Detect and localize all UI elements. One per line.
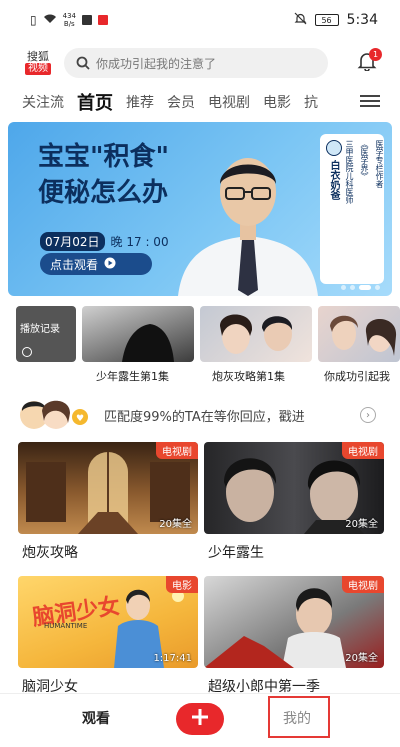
network-speed: 434 B/s: [62, 12, 76, 28]
match-promo[interactable]: ♥ 匹配度99%的TA在等你回应，戳进 ›: [18, 398, 380, 432]
history-thumb-1[interactable]: [82, 306, 194, 362]
history-title-2[interactable]: 炮灰攻略第1集: [212, 368, 285, 384]
channel-tabs: 关注流 首页 推荐 会员 电视剧 电影 抗: [0, 86, 400, 118]
battery-icon: 56: [314, 14, 339, 26]
notification-icon: [81, 15, 92, 25]
card-tag-2: 电视剧: [342, 442, 384, 459]
card-poster-1[interactable]: 电视剧 20集全: [18, 442, 198, 534]
card-poster-4[interactable]: 电视剧 20集全: [204, 576, 384, 668]
tab-recommend[interactable]: 推荐: [126, 92, 154, 112]
search-input[interactable]: 你成功引起我的注意了: [64, 48, 328, 78]
banner-schedule: 07月02日 晚 17 : 00: [40, 232, 169, 251]
card-poster-2[interactable]: 电视剧 20集全: [204, 442, 384, 534]
bottom-tab-bar: 观看 我的: [0, 693, 400, 747]
tab-watch[interactable]: 观看: [82, 708, 110, 728]
card-episodes-4: 20集全: [345, 653, 378, 664]
doctor-image: [168, 140, 328, 296]
banner-title-line2: 便秘怎么办: [38, 178, 169, 208]
card-tag-4: 电视剧: [342, 576, 384, 593]
promo-text: 匹配度99%的TA在等你回应，戳进: [104, 409, 305, 425]
top-header: 搜狐 视频 你成功引起我的注意了 1: [0, 40, 400, 86]
tab-more[interactable]: 抗: [304, 92, 318, 112]
watch-now-button[interactable]: 点击观看: [40, 253, 152, 275]
status-bar: ▯ 434 B/s 56 5:34: [0, 0, 400, 40]
host-name: 白衣奶爸: [328, 160, 339, 200]
search-icon: [76, 56, 90, 70]
sohu-video-logo[interactable]: 搜狐 视频: [20, 47, 56, 79]
tab-follow[interactable]: 关注流: [22, 92, 64, 112]
history-title-1[interactable]: 少年露生第1集: [96, 368, 169, 384]
clock: 5:34: [346, 12, 378, 28]
host-card: 白衣奶爸 三甲医院儿科医师 《医学界》 医学专栏作者: [320, 134, 384, 284]
play-history-button[interactable]: 播放记录: [16, 306, 76, 362]
card-duration-3: 1:17:41: [153, 653, 192, 664]
plus-icon: [191, 708, 209, 730]
app-screen: ▯ 434 B/s 56 5:34 搜狐 视频 你成功引起我的注意了 1 关注流…: [0, 0, 400, 747]
highlight-box: [268, 696, 330, 738]
notification-button[interactable]: 1: [354, 48, 382, 76]
card-tag-1: 电视剧: [156, 442, 198, 459]
carousel-indicator: [341, 285, 380, 290]
promo-avatars: ♥: [18, 399, 92, 431]
card-episodes-2: 20集全: [345, 519, 378, 530]
card-episodes-1: 20集全: [159, 519, 192, 530]
wifi-icon: [43, 13, 57, 27]
card-poster-3[interactable]: 脑洞少女 HUMANTIME 电影 1:17:41: [18, 576, 198, 668]
tab-vip[interactable]: 会员: [167, 92, 195, 112]
hero-banner[interactable]: 宝宝"积食" 便秘怎么办 07月02日 晚 17 : 00 点击观看 白衣奶爸 …: [8, 122, 392, 296]
watch-history-row: 播放记录 少年露生第1集 炮灰攻略第1集 你成功引起我: [16, 306, 400, 384]
card-title-2[interactable]: 少年露生: [208, 542, 264, 562]
notification-badge: 1: [369, 48, 382, 61]
history-title-3[interactable]: 你成功引起我: [324, 368, 390, 384]
mute-icon: [294, 12, 307, 29]
app-notification-icon: [97, 15, 108, 25]
card-tag-3: 电影: [166, 576, 198, 593]
history-thumb-2[interactable]: [200, 306, 312, 362]
card-title-1[interactable]: 炮灰攻略: [22, 542, 78, 562]
tab-movie[interactable]: 电影: [263, 92, 291, 112]
tab-home[interactable]: 首页: [77, 89, 113, 115]
clock-icon: [22, 347, 32, 357]
svg-text:♥: ♥: [76, 414, 84, 424]
sim-icon: ▯: [30, 13, 37, 27]
create-button[interactable]: [176, 703, 224, 735]
menu-icon[interactable]: [360, 92, 380, 112]
play-icon: [104, 257, 116, 272]
tab-tv[interactable]: 电视剧: [208, 92, 250, 112]
banner-title-line1: 宝宝"积食": [38, 142, 170, 172]
chevron-right-icon[interactable]: ›: [360, 407, 376, 423]
history-thumb-3[interactable]: [318, 306, 400, 362]
search-placeholder: 你成功引起我的注意了: [96, 56, 217, 71]
